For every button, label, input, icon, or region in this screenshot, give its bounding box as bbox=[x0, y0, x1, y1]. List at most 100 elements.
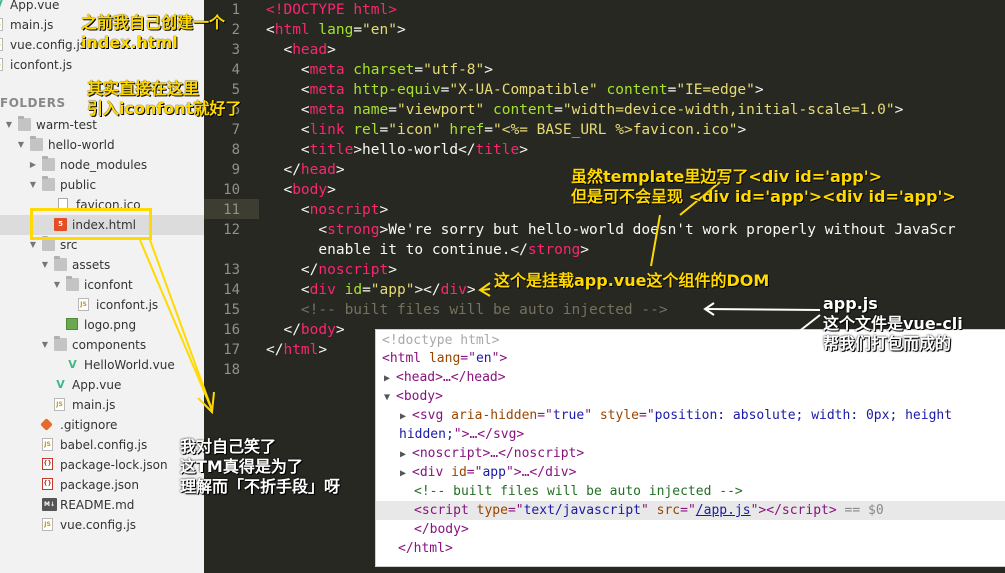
vue-file-icon: V bbox=[68, 358, 77, 371]
code-line-12-wrap[interactable]: enable it to continue.</strong> bbox=[266, 240, 589, 260]
devtools-elements-panel[interactable]: <!doctype html> <html lang="en"> ▶ <head>… bbox=[375, 329, 1005, 567]
sidebar-item-label: assets bbox=[72, 258, 111, 272]
line-number: 16 bbox=[223, 322, 240, 338]
sidebar-item-label: App.vue bbox=[72, 378, 122, 392]
expanded-arrow-icon[interactable]: ▼ bbox=[28, 175, 38, 195]
dom-body-node[interactable]: ▼ <body> bbox=[384, 387, 443, 406]
app-js-link[interactable]: /app.js bbox=[696, 503, 751, 518]
sidebar-item-tree-10[interactable]: logo.png bbox=[0, 315, 204, 335]
line-number: 10 bbox=[223, 182, 240, 198]
sidebar-item-tree-2[interactable]: ▶ node_modules bbox=[0, 155, 204, 175]
annotation-created-index: 之前我自己创建一个 index.html bbox=[81, 13, 226, 52]
collapsed-arrow-icon[interactable]: ▶ bbox=[28, 155, 38, 175]
code-line-2[interactable]: <html lang="en"> bbox=[266, 20, 406, 40]
code-line-11[interactable]: <noscript> bbox=[266, 200, 388, 220]
json-file-icon: {} bbox=[42, 458, 53, 470]
sidebar-item-tree-13[interactable]: V App.vue bbox=[0, 375, 204, 395]
code-line-15[interactable]: <!-- built files will be auto injected -… bbox=[266, 300, 668, 320]
sidebar-item-label: vue.config.js bbox=[60, 518, 137, 532]
dom-html-close: </html> bbox=[398, 541, 453, 556]
code-line-5[interactable]: <meta http-equiv="X-UA-Compatible" conte… bbox=[266, 80, 764, 100]
sidebar-item-label: vue.config.js bbox=[10, 38, 87, 52]
index-html-highlight-box bbox=[30, 208, 152, 240]
sidebar-item-label: public bbox=[60, 178, 97, 192]
code-line-1[interactable]: <!DOCTYPE html> bbox=[266, 0, 397, 20]
sidebar-item-tree-17[interactable]: {} package-lock.json bbox=[0, 455, 204, 475]
folder-icon bbox=[66, 276, 79, 291]
sidebar-item-tree-18[interactable]: {} package.json bbox=[0, 475, 204, 495]
sidebar-item-label: logo.png bbox=[84, 318, 137, 332]
sidebar-item-label: iconfont.js bbox=[10, 58, 73, 72]
collapse-triangle-icon[interactable]: ▼ bbox=[384, 388, 396, 407]
sidebar-item-label: HelloWorld.vue bbox=[84, 358, 175, 372]
js-file-icon: JS bbox=[42, 518, 53, 531]
sidebar-item-tree-7[interactable]: ▼ assets bbox=[0, 255, 204, 275]
expand-triangle-icon[interactable]: ▶ bbox=[400, 464, 412, 483]
js-file-icon: JS bbox=[0, 18, 3, 31]
dom-div-app-node[interactable]: ▶ <div id="app">…</div> bbox=[400, 463, 576, 482]
expand-triangle-icon[interactable]: ▶ bbox=[400, 407, 412, 426]
sidebar-item-tree-14[interactable]: JS main.js bbox=[0, 395, 204, 415]
dom-noscript-node[interactable]: ▶ <noscript>…</noscript> bbox=[400, 444, 584, 463]
sidebar-item-open-3[interactable]: JS iconfont.js bbox=[0, 55, 204, 75]
code-line-14[interactable]: <div id="app"></div> bbox=[266, 280, 476, 300]
dom-doctype: <!doctype html> bbox=[382, 333, 500, 348]
code-line-8[interactable]: <title>hello-world</title> bbox=[266, 140, 528, 160]
sidebar-item-tree-19[interactable]: M↓ README.md bbox=[0, 495, 204, 515]
sidebar-item-tree-9[interactable]: JS iconfont.js bbox=[0, 295, 204, 315]
expanded-arrow-icon[interactable]: ▼ bbox=[16, 135, 26, 155]
folders-header: FOLDERS bbox=[0, 96, 66, 110]
png-file-icon bbox=[66, 318, 78, 330]
code-line-17[interactable]: </html> bbox=[266, 340, 327, 360]
dom-svg-node[interactable]: ▶ <svg aria-hidden="true" style="position… bbox=[400, 406, 952, 425]
sidebar-item-label: package.json bbox=[60, 478, 140, 492]
line-number: 13 bbox=[223, 262, 240, 278]
line-number: 7 bbox=[231, 122, 240, 138]
folder-icon bbox=[54, 256, 67, 271]
sidebar-item-tree-8[interactable]: ▼ iconfont bbox=[0, 275, 204, 295]
code-line-12[interactable]: <strong>We're sorry but hello-world does… bbox=[266, 220, 955, 240]
expand-triangle-icon[interactable]: ▶ bbox=[384, 369, 396, 388]
code-line-16[interactable]: </body> bbox=[266, 320, 344, 340]
sidebar-item-label: node_modules bbox=[60, 158, 148, 172]
line-number: 15 bbox=[223, 302, 240, 318]
js-file-icon: JS bbox=[42, 438, 53, 451]
sidebar-item-tree-11[interactable]: ▼ components bbox=[0, 335, 204, 355]
dom-html-open[interactable]: <html lang="en"> bbox=[382, 349, 507, 368]
sidebar-item-tree-16[interactable]: JS babel.config.js bbox=[0, 435, 204, 455]
json-file-icon: {} bbox=[42, 478, 53, 490]
annotation-laugh: 我对自己笑了 这TM真得是为了 理解而「不折手段」呀 bbox=[180, 437, 341, 496]
expanded-arrow-icon[interactable]: ▼ bbox=[40, 335, 50, 355]
dom-svg-node-wrap: hidden;">…</svg> bbox=[399, 427, 525, 442]
js-file-icon: JS bbox=[0, 38, 3, 51]
sidebar-item-tree-3[interactable]: ▼ public bbox=[0, 175, 204, 195]
sidebar-item-label: App.vue bbox=[10, 0, 60, 12]
code-line-7[interactable]: <link rel="icon" href="<%= BASE_URL %>fa… bbox=[266, 120, 746, 140]
line-number: 8 bbox=[231, 142, 240, 158]
code-line-9[interactable]: </head> bbox=[266, 160, 344, 180]
sidebar-item-tree-20[interactable]: JS vue.config.js bbox=[0, 515, 204, 535]
annotation-import-iconfont: 其实直接在这里 引入iconfont就好了 bbox=[87, 79, 242, 118]
expanded-arrow-icon[interactable]: ▼ bbox=[4, 115, 14, 135]
sidebar-item-tree-1[interactable]: ▼ hello-world bbox=[0, 135, 204, 155]
markdown-file-icon: M↓ bbox=[42, 498, 57, 511]
expanded-arrow-icon[interactable]: ▼ bbox=[40, 255, 50, 275]
code-line-3[interactable]: <head> bbox=[266, 40, 335, 60]
sidebar-item-label: components bbox=[72, 338, 147, 352]
sidebar-item-label: main.js bbox=[72, 398, 116, 412]
expand-triangle-icon[interactable]: ▶ bbox=[400, 445, 412, 464]
js-file-icon: JS bbox=[0, 58, 3, 71]
code-line-6[interactable]: <meta name="viewport" content="width=dev… bbox=[266, 100, 903, 120]
annotation-mount-dom: 这个是挂载app.vue这个组件的DOM bbox=[494, 271, 770, 290]
sidebar-item-tree-12[interactable]: V HelloWorld.vue bbox=[0, 355, 204, 375]
folder-icon bbox=[18, 116, 31, 131]
expanded-arrow-icon[interactable]: ▼ bbox=[52, 275, 62, 295]
dom-script-node-selected[interactable]: <script type="text/javascript" src="/app… bbox=[376, 501, 1005, 520]
code-line-10[interactable]: <body> bbox=[266, 180, 335, 200]
code-line-13[interactable]: </noscript> bbox=[266, 260, 397, 280]
sidebar-item-tree-15[interactable]: .gitignore bbox=[0, 415, 204, 435]
dom-head-node[interactable]: ▶ <head>…</head> bbox=[384, 368, 506, 387]
code-line-4[interactable]: <meta charset="utf-8"> bbox=[266, 60, 493, 80]
annotation-app-js: app.js 这个文件是vue-cli 帮我们打包而成的 bbox=[823, 294, 963, 353]
sidebar-item-label: main.js bbox=[10, 18, 54, 32]
